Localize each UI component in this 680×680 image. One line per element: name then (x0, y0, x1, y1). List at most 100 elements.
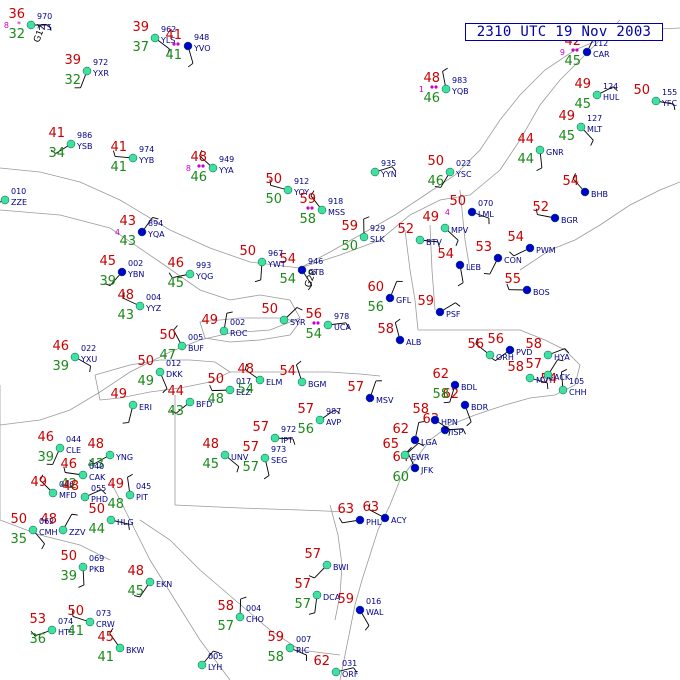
temperature-value: 54 (562, 174, 579, 189)
sky-cover-icon (450, 380, 460, 390)
sky-cover-icon (582, 47, 592, 57)
sky-cover-icon (395, 335, 405, 345)
station-id-label: ACY (391, 516, 407, 525)
sky-cover-icon (82, 66, 92, 76)
dewpoint-value: 32 (8, 27, 25, 42)
temperature-value: 50 (10, 512, 27, 527)
temperature-value: 52 (397, 222, 414, 237)
temperature-value: 50 (137, 354, 154, 369)
rain-icon (312, 321, 316, 325)
state-line-pa-md (174, 504, 351, 513)
station-plot-mss: 59 58 918 MSS (299, 190, 345, 227)
temperature-value: 48 (62, 479, 79, 494)
station-plot-bgr: 52 BGR (532, 200, 578, 225)
temperature-value: 43 (119, 214, 136, 229)
sky-cover-icon (26, 20, 36, 30)
map-timestamp-title: 2310 UTC 19 Nov 2003 (465, 23, 663, 41)
sky-cover-icon (106, 515, 116, 525)
pressure-value: 918 (328, 197, 343, 206)
wind-barb-flag (590, 139, 594, 146)
station-id-label: ERI (139, 403, 152, 412)
sky-cover-icon (183, 41, 193, 51)
temperature-value: 50 (633, 83, 650, 98)
station-plot-alb: 58 ALB (377, 318, 421, 347)
station-plots: 3632970YTS8 * G17 3937962YLS4141948YVO39329… (0, 7, 677, 679)
sky-cover-icon (260, 453, 270, 463)
rain-icon (197, 164, 201, 168)
dewpoint-value: 58 (432, 387, 449, 402)
station-id-label: UCA (334, 323, 351, 332)
dewpoint-value: 50 (341, 239, 358, 254)
pressure-value: 022 (456, 159, 471, 168)
surface-station-map: 36 32 970 YTS 8 * G17 39 37 962 YLS 41 41 948 YVO 39 32 9… (0, 0, 680, 680)
dewpoint-value: 57 (217, 619, 234, 634)
wind-barb-flag (455, 302, 461, 307)
station-id-label: ZZV (69, 528, 86, 537)
station-id-label: MSV (376, 396, 394, 405)
temperature-value: 39 (132, 20, 149, 35)
station-plot-pwm: 54 PWM (507, 230, 556, 257)
station-id-label: JFK (420, 466, 434, 475)
sky-cover-icon (257, 257, 267, 267)
temperature-value: 50 (261, 302, 278, 317)
temperature-value: 60 (367, 280, 384, 295)
station-plot-seg: 57 57 973 SEG (242, 440, 287, 480)
station-id-label: MVY (536, 376, 553, 385)
dewpoint-value: 39 (99, 274, 116, 289)
dewpoint-value: 45 (167, 276, 184, 291)
station-id-label: YQG (195, 272, 213, 281)
station-id-label: CLE (66, 446, 81, 455)
pressure-value: 073 (96, 609, 111, 618)
sky-cover-icon (317, 205, 327, 215)
station-plot-eri: 49 ERI (110, 387, 152, 424)
station-plot-ybn: 45 39 002 YBN (99, 254, 144, 289)
snow-icon: * (17, 20, 21, 29)
sky-cover-icon (580, 187, 590, 197)
temperature-value: 48 (117, 288, 134, 303)
sky-cover-icon (558, 385, 568, 395)
station-id-label: YXR (92, 69, 109, 78)
station-id-label: BOS (533, 288, 550, 297)
dewpoint-value: 56 (297, 422, 314, 437)
station-plot-lml: 50 070 LML 4 (445, 194, 494, 225)
pressure-value: 002 (230, 318, 245, 327)
sky-cover-icon (150, 33, 160, 43)
station-plot-bos: 55 BOS (504, 272, 549, 297)
pressure-value: 045 (136, 482, 151, 491)
station-plot-hul: 49 45 124 HUL (574, 77, 619, 112)
temperature-value: 58 (507, 360, 524, 375)
temperature-value: 57 (242, 440, 259, 455)
dewpoint-value: 45 (574, 97, 591, 112)
sky-cover-icon (312, 590, 322, 600)
sky-cover-icon (430, 415, 440, 425)
temperature-value: 50 (239, 244, 256, 259)
station-plot-gtb: 5454946GTBG28 (279, 252, 324, 291)
station-id-label: RIC (296, 646, 310, 655)
dewpoint-value: 44 (517, 152, 534, 167)
wind-barb-flag (78, 584, 85, 588)
rain-icon (201, 164, 205, 168)
temperature-value: 41 (110, 140, 127, 155)
temperature-value: 49 (574, 77, 591, 92)
dewpoint-value: 41 (67, 624, 84, 639)
pressure-value: 062 (39, 517, 54, 526)
wind-barb-flag (89, 365, 92, 372)
station-id-label: PHL (366, 518, 382, 527)
pressure-value: 031 (342, 659, 357, 668)
station-plot-yqb: 48 46 983 YQB 1 (419, 67, 469, 106)
sky-cover-icon (525, 243, 535, 253)
sky-cover-icon (400, 450, 410, 460)
dewpoint-value: 58 (299, 212, 316, 227)
state-and-coast-boundaries (0, 19, 680, 680)
station-id-label: YYN (380, 170, 397, 179)
pressure-value: 935 (381, 159, 396, 168)
sky-cover-icon (359, 232, 369, 242)
temperature-value: 52 (532, 200, 549, 215)
sky-cover-icon (0, 195, 10, 205)
sky-cover-icon (117, 267, 127, 277)
station-id-label: SYR (290, 318, 306, 327)
station-plot-gfl: 60 56 GFL (367, 280, 411, 315)
temperature-value: 57 (297, 402, 314, 417)
sky-cover-icon (322, 560, 332, 570)
temperature-value: 44 (517, 132, 534, 147)
